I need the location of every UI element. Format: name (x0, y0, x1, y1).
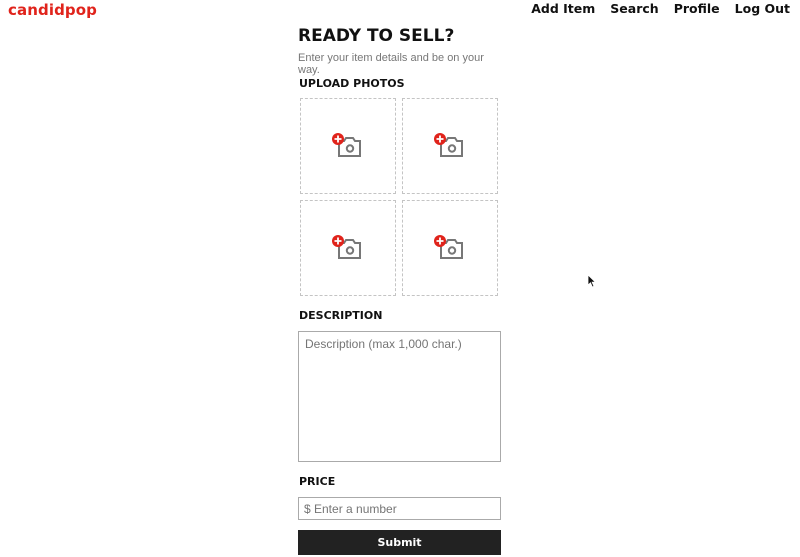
description-label: DESCRIPTION (299, 309, 383, 322)
nav-profile[interactable]: Profile (674, 1, 720, 16)
page-subtitle: Enter your item details and be on your w… (298, 52, 484, 76)
description-textarea[interactable] (298, 331, 501, 462)
sell-form: READY TO SELL? Enter your item details a… (298, 26, 501, 555)
photo-slot-3[interactable] (300, 200, 396, 296)
add-photo-icon (434, 235, 463, 259)
price-input[interactable] (298, 497, 501, 520)
photo-slot-2[interactable] (402, 98, 498, 194)
nav-search[interactable]: Search (610, 1, 658, 16)
add-photo-icon (332, 133, 361, 157)
brand-logo[interactable]: candidpop (8, 1, 97, 19)
nav-log-out[interactable]: Log Out (735, 1, 790, 16)
price-label: PRICE (299, 475, 336, 488)
photo-slot-1[interactable] (300, 98, 396, 194)
nav-add-item[interactable]: Add Item (531, 1, 595, 16)
photo-slot-4[interactable] (402, 200, 498, 296)
photo-upload-grid (300, 98, 498, 296)
submit-button[interactable]: Submit (298, 530, 501, 555)
upload-photos-label: UPLOAD PHOTOS (299, 77, 405, 90)
mouse-cursor-icon (587, 274, 597, 288)
add-photo-icon (332, 235, 361, 259)
top-nav: Add Item Search Profile Log Out (531, 1, 790, 16)
add-photo-icon (434, 133, 463, 157)
page-title: READY TO SELL? (298, 26, 455, 46)
